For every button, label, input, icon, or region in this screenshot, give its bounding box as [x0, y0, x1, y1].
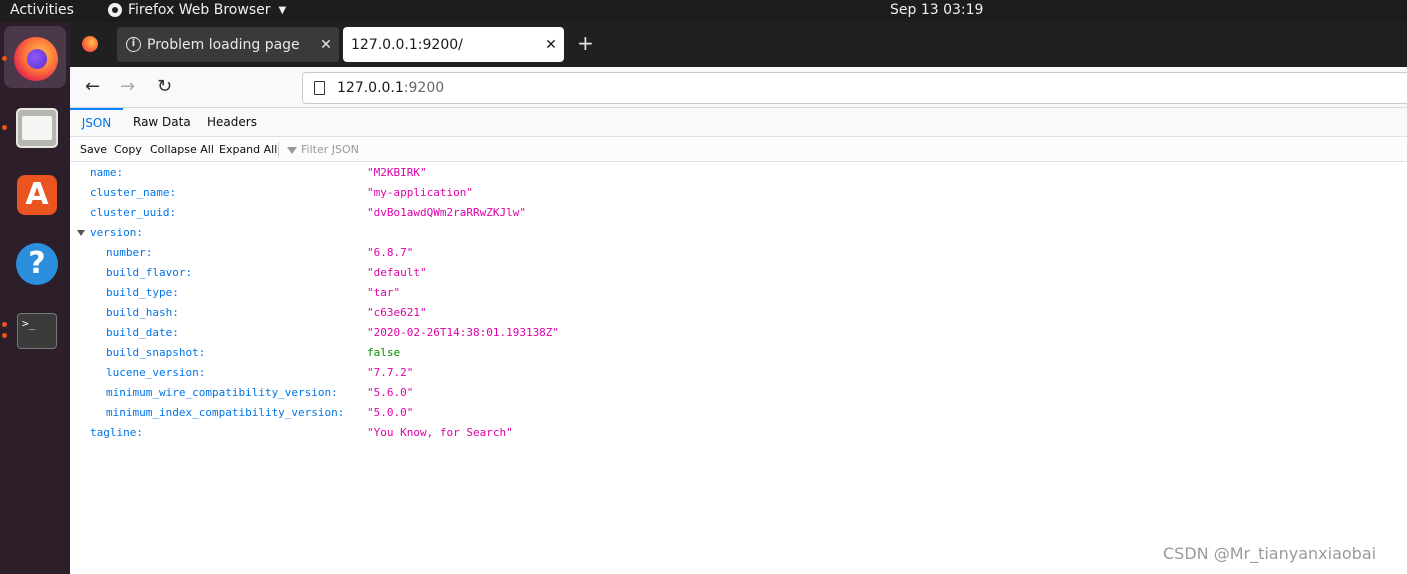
- json-value: "c63e621": [367, 306, 427, 319]
- json-key: name:: [90, 166, 124, 179]
- new-tab-icon[interactable]: +: [577, 33, 594, 53]
- json-row[interactable]: build_type: "tar": [70, 283, 1407, 303]
- url-text: 127.0.0.1:9200: [337, 80, 444, 96]
- page-icon: [314, 81, 325, 95]
- close-tab-icon[interactable]: ✕: [313, 37, 339, 53]
- tab-title: 127.0.0.1:9200/: [351, 36, 463, 53]
- json-value: "tar": [367, 286, 401, 299]
- json-value: "dvBo1awdQWm2raRRwZKJlw": [367, 206, 526, 219]
- save-button[interactable]: Save: [80, 143, 107, 156]
- navigation-bar: ← → ↻ 127.0.0.1:9200: [70, 67, 1407, 108]
- tab-headers[interactable]: Headers: [207, 108, 257, 137]
- json-row[interactable]: number: "6.8.7": [70, 243, 1407, 263]
- json-key: minimum_index_compatibility_version:: [106, 406, 345, 419]
- json-key: cluster_name:: [90, 186, 177, 199]
- dock-item-terminal[interactable]: >_: [4, 300, 66, 362]
- expand-triangle-icon[interactable]: [77, 230, 85, 236]
- app-menu-label: Firefox Web Browser: [128, 2, 271, 18]
- json-row[interactable]: build_flavor: "default": [70, 263, 1407, 283]
- json-key: number:: [106, 246, 153, 259]
- json-value: "2020-02-26T14:38:01.193138Z": [367, 326, 560, 339]
- running-indicator: [2, 56, 7, 61]
- json-row[interactable]: cluster_uuid: "dvBo1awdQWm2raRRwZKJlw": [70, 203, 1407, 223]
- tab-strip: i Problem loading page ✕ 127.0.0.1:9200/…: [70, 22, 1407, 67]
- activities-button[interactable]: Activities: [10, 2, 74, 18]
- clock[interactable]: Sep 13 03:19: [890, 2, 983, 18]
- json-row[interactable]: minimum_wire_compatibility_version: "5.6…: [70, 383, 1407, 403]
- json-key: build_date:: [106, 326, 179, 339]
- filter-icon: [287, 146, 297, 154]
- toolbar-divider: [278, 142, 279, 157]
- dock-item-software[interactable]: A: [4, 163, 66, 225]
- firefox-view-icon[interactable]: [82, 36, 98, 52]
- dock-item-help[interactable]: ?: [4, 232, 66, 294]
- reload-icon[interactable]: ↻: [157, 76, 172, 98]
- json-row-version[interactable]: version:: [70, 223, 1407, 243]
- json-key: cluster_uuid:: [90, 206, 177, 219]
- json-value: "5.6.0": [367, 386, 414, 399]
- tab-raw-data[interactable]: Raw Data: [133, 108, 191, 137]
- json-key: build_hash:: [106, 306, 179, 319]
- json-key: lucene_version:: [106, 366, 206, 379]
- json-value: "M2KBIRK": [367, 166, 427, 179]
- tab-problem-loading[interactable]: i Problem loading page ✕: [117, 27, 339, 62]
- json-value: "7.7.2": [367, 366, 414, 379]
- filter-placeholder: Filter JSON: [301, 143, 359, 156]
- dock: A ? >_: [0, 22, 70, 574]
- close-tab-icon[interactable]: ✕: [538, 37, 564, 53]
- running-indicator: [2, 333, 7, 338]
- json-viewer-toolbar: Save Copy Collapse All Expand All Filter…: [70, 138, 1407, 162]
- json-value: "default": [367, 266, 427, 279]
- tab-localhost-9200[interactable]: 127.0.0.1:9200/ ✕: [343, 27, 564, 62]
- json-value: false: [367, 346, 401, 359]
- info-icon: i: [126, 37, 141, 52]
- json-value: "6.8.7": [367, 246, 414, 259]
- url-host: 127.0.0.1: [337, 80, 404, 96]
- json-key: tagline:: [90, 426, 143, 439]
- filter-json-input[interactable]: Filter JSON: [287, 143, 359, 156]
- running-indicator: [2, 125, 7, 130]
- firefox-logo-icon: [108, 3, 122, 17]
- json-value: "5.0.0": [367, 406, 414, 419]
- tab-title: Problem loading page: [147, 36, 300, 53]
- copy-button[interactable]: Copy: [114, 143, 142, 156]
- watermark: CSDN @Mr_tianyanxiaobai: [1163, 544, 1377, 563]
- json-row[interactable]: tagline: "You Know, for Search": [70, 423, 1407, 443]
- help-icon: ?: [16, 243, 58, 285]
- dock-item-files[interactable]: [4, 95, 66, 157]
- forward-arrow-icon[interactable]: →: [120, 76, 135, 98]
- json-row[interactable]: name: "M2KBIRK": [70, 163, 1407, 183]
- json-row[interactable]: lucene_version: "7.7.2": [70, 363, 1407, 383]
- app-menu[interactable]: Firefox Web Browser ▼: [108, 2, 286, 18]
- terminal-icon: >_: [17, 313, 57, 349]
- json-row[interactable]: build_hash: "c63e621": [70, 303, 1407, 323]
- json-viewer-tabs: JSON Raw Data Headers: [70, 108, 1407, 137]
- system-top-bar: Activities Firefox Web Browser ▼ Sep 13 …: [0, 0, 1407, 22]
- files-icon: [16, 108, 58, 148]
- json-key: build_flavor:: [106, 266, 193, 279]
- dock-item-firefox[interactable]: [4, 26, 66, 88]
- json-row[interactable]: build_date: "2020-02-26T14:38:01.193138Z…: [70, 323, 1407, 343]
- tab-json[interactable]: JSON: [70, 108, 123, 137]
- json-row[interactable]: minimum_index_compatibility_version: "5.…: [70, 403, 1407, 423]
- url-port: :9200: [403, 80, 445, 96]
- firefox-icon: [14, 37, 58, 81]
- json-value: "You Know, for Search": [367, 426, 513, 439]
- running-indicator: [2, 322, 7, 327]
- json-row[interactable]: cluster_name: "my-application": [70, 183, 1407, 203]
- software-store-icon: A: [17, 175, 57, 215]
- json-value: "my-application": [367, 186, 473, 199]
- url-bar[interactable]: 127.0.0.1:9200: [302, 72, 1407, 104]
- json-key: minimum_wire_compatibility_version:: [106, 386, 338, 399]
- json-key: build_type:: [106, 286, 179, 299]
- back-arrow-icon[interactable]: ←: [85, 76, 100, 98]
- collapse-all-button[interactable]: Collapse All: [150, 143, 214, 156]
- json-key: version:: [90, 226, 143, 239]
- expand-all-button[interactable]: Expand All: [219, 143, 277, 156]
- caret-down-icon: ▼: [278, 4, 287, 16]
- json-row[interactable]: build_snapshot: false: [70, 343, 1407, 363]
- json-key: build_snapshot:: [106, 346, 206, 359]
